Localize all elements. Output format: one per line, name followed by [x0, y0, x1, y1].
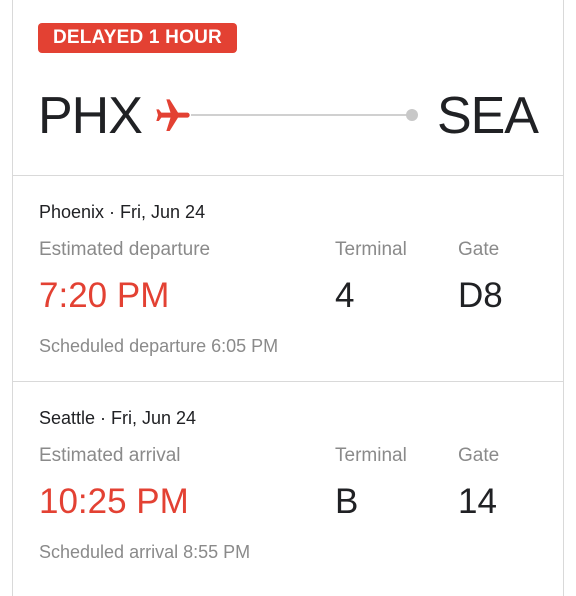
- estimated-departure-time: 7:20 PM: [39, 276, 170, 315]
- airplane-icon: [156, 99, 190, 131]
- arrival-terminal: B: [335, 482, 359, 521]
- destination-airport-code: SEA: [436, 87, 539, 145]
- arrival-city-date: Seattle · Fri, Jun 24: [39, 408, 197, 428]
- route-summary: PHX SEA: [13, 84, 563, 154]
- delay-status-badge: DELAYED 1 HOUR: [38, 23, 237, 53]
- scheduled-arrival: Scheduled arrival 8:55 PM: [39, 542, 251, 562]
- scheduled-departure: Scheduled departure 6:05 PM: [39, 336, 279, 356]
- estimated-departure-label: Estimated departure: [39, 239, 211, 260]
- route-progress-line: [191, 114, 413, 116]
- arrival-gate: 14: [458, 482, 497, 521]
- departure-gate: D8: [458, 276, 503, 315]
- terminal-label: Terminal: [335, 445, 407, 466]
- gate-label: Gate: [458, 239, 500, 260]
- departure-segment: Phoenix · Fri, Jun 24 Estimated departur…: [13, 176, 563, 376]
- estimated-arrival-time: 10:25 PM: [39, 482, 189, 521]
- departure-terminal: 4: [335, 276, 355, 315]
- flight-status-card: DELAYED 1 HOUR PHX SEA Phoenix · Fri, Ju…: [12, 0, 564, 596]
- estimated-arrival-label: Estimated arrival: [39, 445, 181, 466]
- origin-airport-code: PHX: [38, 87, 143, 145]
- gate-label: Gate: [458, 445, 500, 466]
- arrival-segment: Seattle · Fri, Jun 24 Estimated arrival …: [13, 382, 563, 582]
- destination-dot: [406, 109, 418, 121]
- terminal-label: Terminal: [335, 239, 407, 260]
- departure-city-date: Phoenix · Fri, Jun 24: [39, 202, 206, 222]
